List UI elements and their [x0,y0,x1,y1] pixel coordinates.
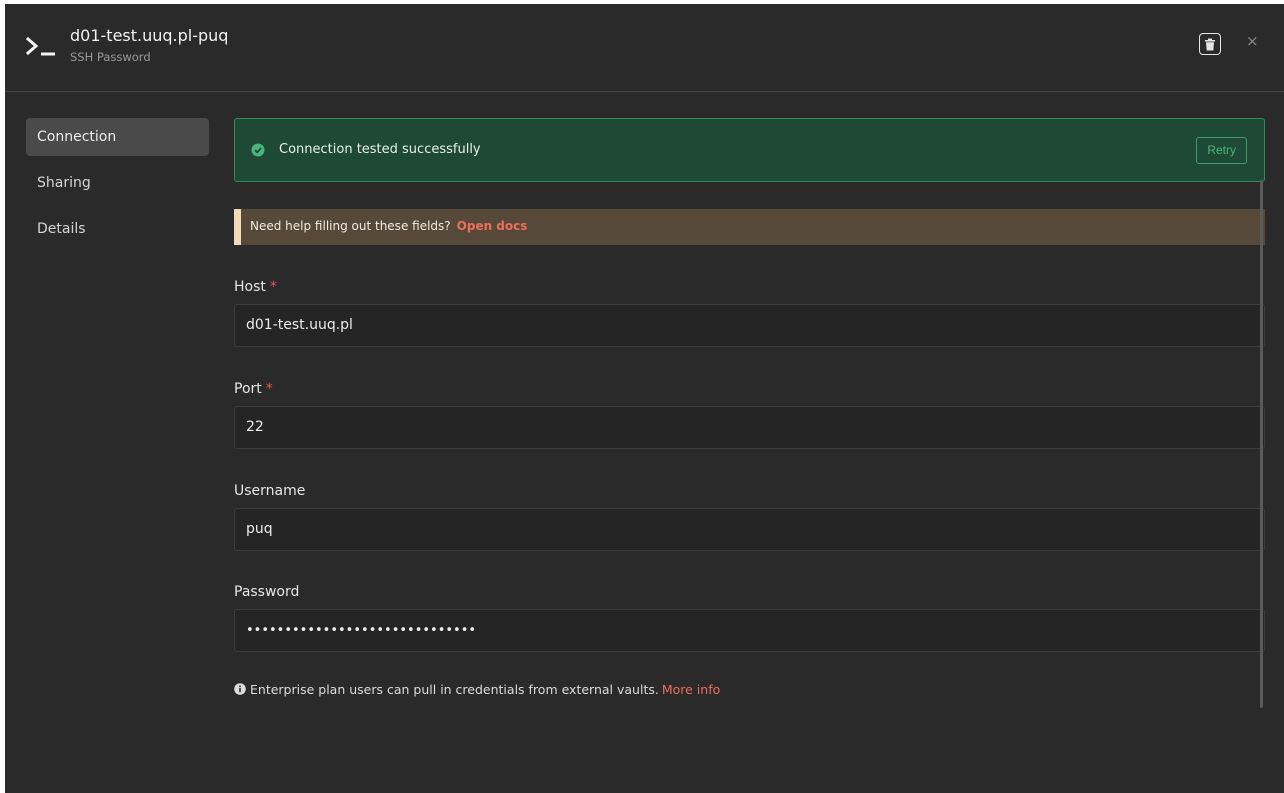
connection-type: SSH Password [70,50,151,64]
username-label: Username [234,483,306,499]
connection-title: d01-test.uuq.pl-puq [70,26,229,45]
terminal-icon [25,36,55,56]
help-banner: Need help filling out these fields? Open … [234,209,1265,245]
check-circle-icon [251,143,265,157]
header: d01-test.uuq.pl-puq SSH Password × [5,4,1284,92]
required-marker: * [265,381,273,397]
trash-icon [1205,38,1215,50]
required-marker: * [269,279,277,295]
password-label: Password [234,584,300,600]
sidebar-item-connection[interactable]: Connection [26,118,209,156]
sidebar-item-sharing[interactable]: Sharing [26,164,209,202]
sidebar-item-details[interactable]: Details [26,210,209,248]
password-input[interactable]: •••••••••••••••••••••••••••••• [234,609,1265,652]
delete-button[interactable] [1199,33,1221,55]
port-input[interactable]: 22 [234,406,1265,449]
username-input[interactable]: puq [234,508,1265,551]
info-row: Enterprise plan users can pull in creden… [234,682,720,697]
info-text: Enterprise plan users can pull in creden… [250,682,659,697]
sidebar: Connection Sharing Details [26,118,209,256]
close-button[interactable]: × [1246,32,1259,50]
open-docs-link[interactable]: Open docs [457,219,528,233]
info-icon [234,683,246,695]
connection-editor-window: d01-test.uuq.pl-puq SSH Password × Conne… [5,4,1284,793]
success-message: Connection tested successfully [279,142,481,157]
host-input[interactable]: d01-test.uuq.pl [234,304,1265,347]
host-label: Host * [234,279,277,295]
scrollbar[interactable] [1260,180,1263,708]
port-label: Port * [234,381,273,397]
help-text: Need help filling out these fields? [250,219,451,233]
retry-button[interactable]: Retry [1196,137,1247,164]
more-info-link[interactable]: More info [662,682,720,697]
success-banner: Connection tested successfully Retry [234,118,1265,182]
